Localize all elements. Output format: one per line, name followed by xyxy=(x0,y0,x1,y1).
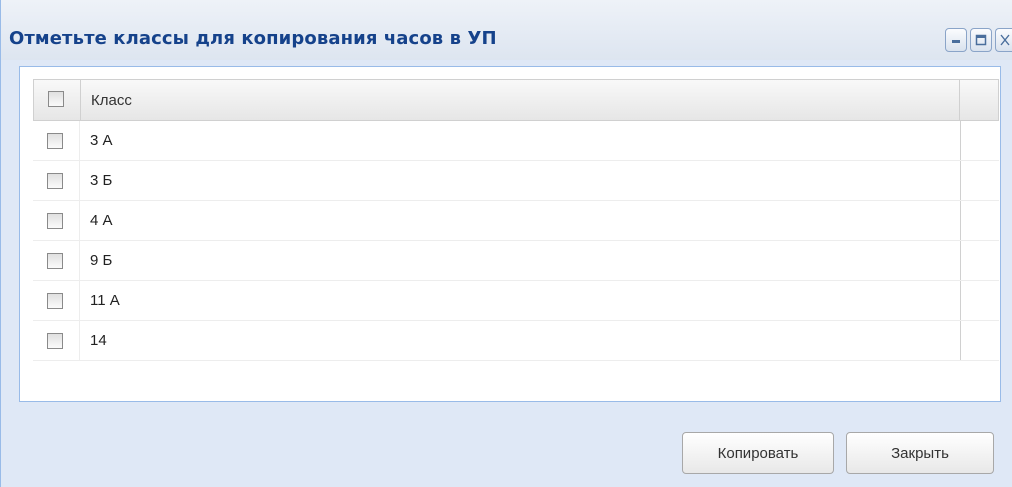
row-class-label: 4 А xyxy=(90,212,113,229)
header-checkbox-cell xyxy=(34,80,81,120)
maximize-button[interactable] xyxy=(970,28,992,52)
table-row[interactable]: 4 А xyxy=(33,201,999,241)
row-checkbox[interactable] xyxy=(47,213,63,229)
dialog-title: Отметьте классы для копирования часов в … xyxy=(9,28,497,49)
table-row[interactable]: 3 А xyxy=(33,121,999,161)
row-checkbox[interactable] xyxy=(47,133,63,149)
row-class-label: 14 xyxy=(90,332,107,349)
row-class-label: 9 Б xyxy=(90,252,113,269)
dialog-titlebar[interactable]: Отметьте классы для копирования часов в … xyxy=(1,0,1012,60)
row-filler xyxy=(961,161,999,200)
column-header-label: Класс xyxy=(91,92,132,109)
dialog-window: Отметьте классы для копирования часов в … xyxy=(0,0,1012,487)
row-class-label: 11 А xyxy=(90,292,120,309)
table-row[interactable]: 11 А xyxy=(33,281,999,321)
select-all-checkbox[interactable] xyxy=(48,91,64,107)
table-row[interactable]: 9 Б xyxy=(33,241,999,281)
dialog-footer: Копировать Закрыть xyxy=(1,412,1012,487)
maximize-icon xyxy=(975,34,987,46)
row-checkbox[interactable] xyxy=(47,253,63,269)
row-class-cell: 3 А xyxy=(80,121,961,160)
grid-header: Класс xyxy=(33,79,999,121)
minimize-icon xyxy=(950,34,962,46)
row-checkbox-cell xyxy=(33,201,80,240)
row-class-label: 3 Б xyxy=(90,172,113,189)
row-checkbox-cell xyxy=(33,161,80,200)
column-header-class[interactable]: Класс xyxy=(81,80,960,120)
table-row[interactable]: 3 Б xyxy=(33,161,999,201)
row-checkbox[interactable] xyxy=(47,293,63,309)
row-filler xyxy=(961,121,999,160)
header-filler xyxy=(960,80,998,120)
close-window-button[interactable] xyxy=(995,28,1012,52)
table-row[interactable]: 14 xyxy=(33,321,999,361)
row-checkbox-cell xyxy=(33,241,80,280)
grid-rows: 3 А 3 Б 4 А 9 Б 11 А 14 xyxy=(33,121,999,361)
row-filler xyxy=(961,321,999,360)
row-class-cell: 9 Б xyxy=(80,241,961,280)
class-grid: Класс 3 А 3 Б 4 А 9 Б 11 А 14 xyxy=(19,66,1001,402)
row-class-cell: 11 А xyxy=(80,281,961,320)
row-class-cell: 3 Б xyxy=(80,161,961,200)
close-button[interactable]: Закрыть xyxy=(846,432,994,474)
close-icon xyxy=(999,33,1011,47)
row-class-cell: 4 А xyxy=(80,201,961,240)
copy-button[interactable]: Копировать xyxy=(682,432,834,474)
row-checkbox-cell xyxy=(33,281,80,320)
row-class-cell: 14 xyxy=(80,321,961,360)
row-filler xyxy=(961,281,999,320)
row-checkbox[interactable] xyxy=(47,333,63,349)
row-filler xyxy=(961,201,999,240)
minimize-button[interactable] xyxy=(945,28,967,52)
window-tool-buttons xyxy=(945,28,1012,54)
row-checkbox-cell xyxy=(33,321,80,360)
row-filler xyxy=(961,241,999,280)
row-checkbox[interactable] xyxy=(47,173,63,189)
row-class-label: 3 А xyxy=(90,132,113,149)
row-checkbox-cell xyxy=(33,121,80,160)
